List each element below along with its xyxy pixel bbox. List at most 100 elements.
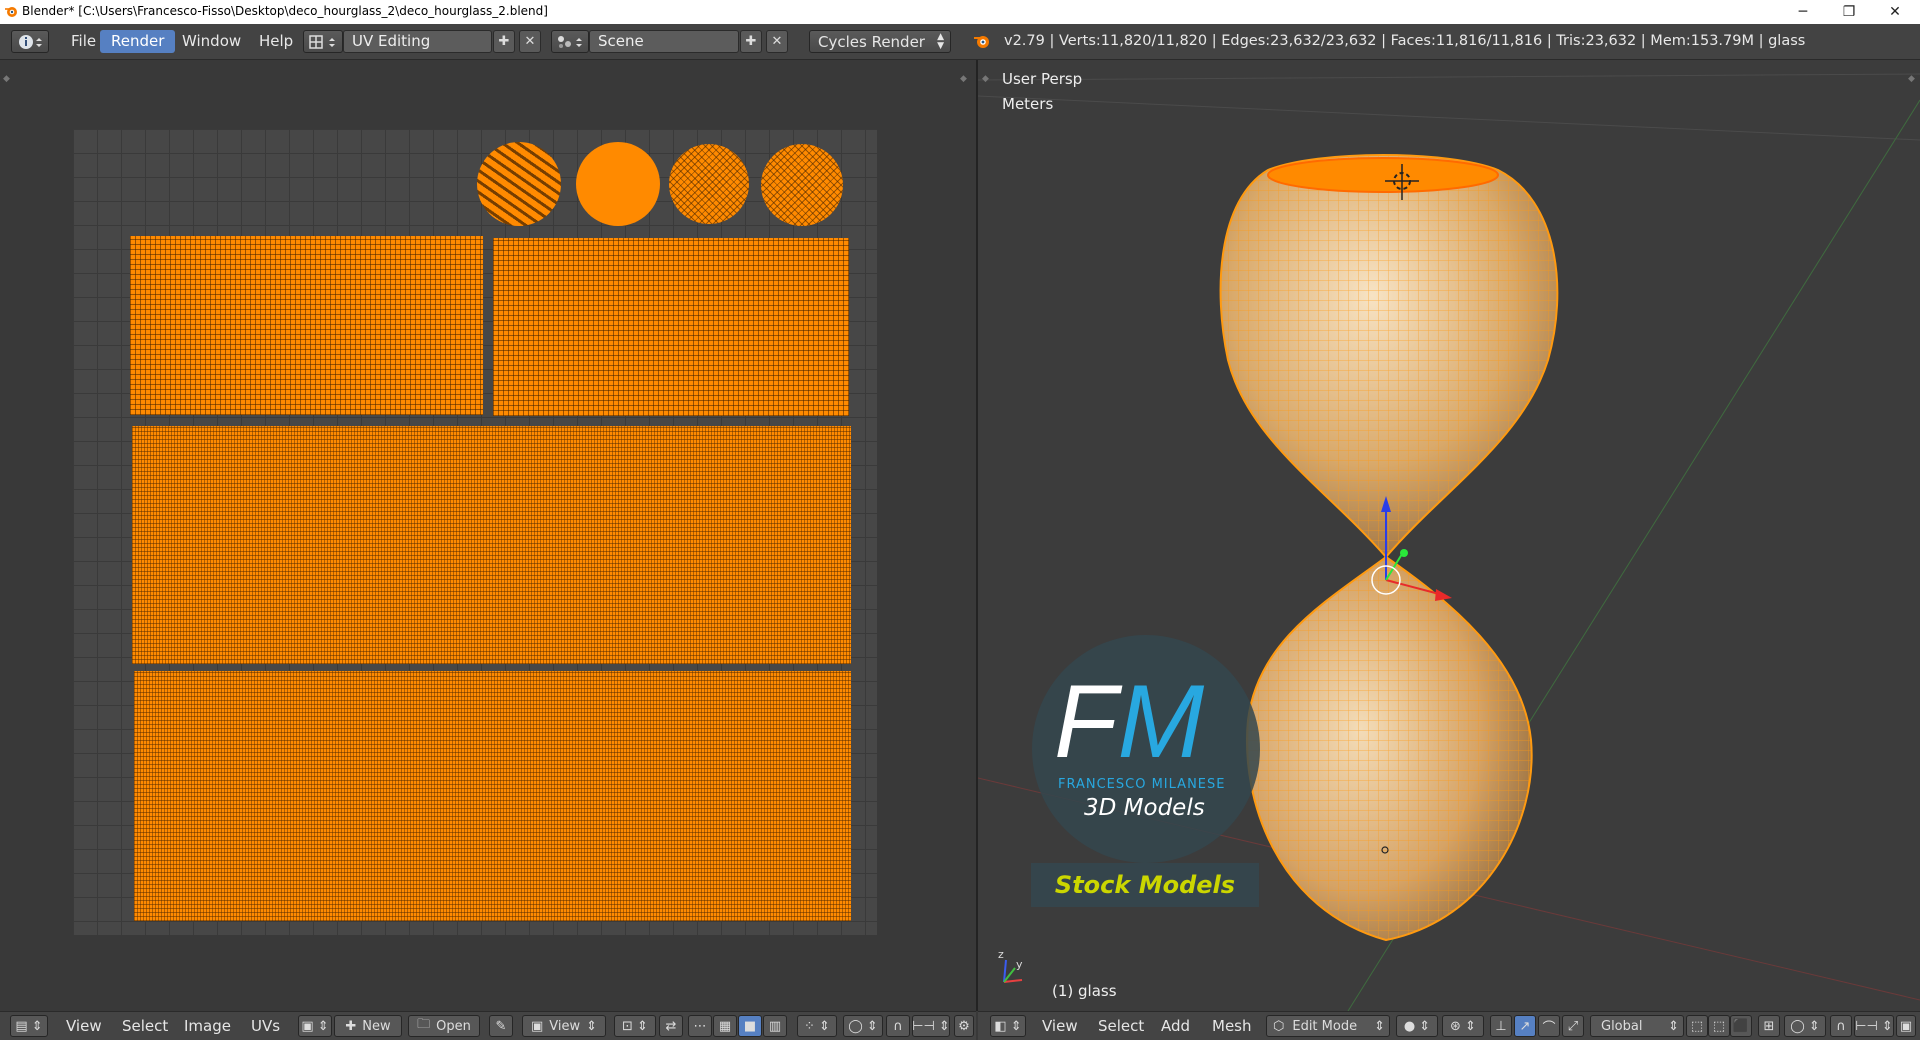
island-select-icon: ▥ [768,1018,782,1034]
chevron-updown-icon: ⇕ [586,1018,598,1034]
uv-menu-uvs[interactable]: UVs [251,1017,280,1035]
pivot-icon: ⊡ ⇕ [622,1018,648,1034]
screen-layout-field[interactable]: UV Editing [343,30,492,53]
editor-type-dropdown[interactable]: ◧ ⇕ [990,1015,1026,1037]
grid-line [978,95,1920,141]
uv-mode-dropdown[interactable]: ▣ View ⇕ [522,1015,606,1037]
uv-canvas[interactable] [73,129,877,935]
snap-toggle-button[interactable]: ∩ [886,1015,910,1037]
transform-orientation-dropdown[interactable]: Global ⇕ [1590,1015,1684,1037]
blender-logo-icon [5,7,17,17]
more-options-button[interactable]: ⚙ [954,1015,974,1037]
render-engine-label: Cycles Render [818,32,925,51]
region-toggle-right-icon[interactable]: ◆ [1908,74,1915,84]
pivot-point-dropdown[interactable]: ⊛ ⇕ [1442,1015,1484,1037]
open-image-button[interactable]: 🗀 Open [408,1015,480,1037]
select-face-button[interactable]: ■ [738,1015,762,1037]
select-edge-button[interactable]: ▦ [713,1015,737,1037]
region-toggle-left-icon[interactable]: ◆ [3,74,10,84]
scene-field[interactable]: Scene [589,30,739,53]
uv-island-rect[interactable] [493,238,849,416]
uv-island-circle[interactable] [669,144,749,224]
add-scene-button[interactable]: ✚ [740,30,762,53]
menu-help[interactable]: Help [248,30,304,53]
view3d-menu-view[interactable]: View [1042,1017,1078,1035]
watermark-brand: FRANCESCO MILANESE [1058,777,1226,792]
close-icon: ✕ [524,34,536,49]
cube-icon: ◧ ⇕ [994,1018,1022,1034]
maximize-button[interactable]: ❐ [1826,0,1872,24]
uv-island-circle[interactable] [477,142,561,226]
snap-element-dropdown[interactable]: ⊢⊣ ⇕ [912,1015,950,1037]
snap-element-dropdown[interactable]: ⊢⊣ ⇕ [1854,1015,1894,1037]
watermark-banner: Stock Models [1031,863,1259,907]
editor-type-info-dropdown[interactable] [11,30,49,53]
open-image-label: Open [436,1018,471,1034]
uv-island-circle[interactable] [761,144,843,226]
screen-layout-dropdown[interactable] [303,30,343,53]
vertex-icon: ⬚ [1690,1018,1704,1034]
pivot-icon: ⊛ ⇕ [1450,1018,1476,1034]
image-editor-icon: ▤ ⇕ [15,1018,43,1034]
proportional-edit-dropdown[interactable]: ◯ ⇕ [1784,1015,1826,1037]
add-screen-button[interactable]: ✚ [493,30,515,53]
translate-manipulator-button[interactable]: ↗ [1514,1015,1536,1037]
new-image-button[interactable]: ✚ New [334,1015,402,1037]
proportional-edit-dropdown[interactable]: ◯ ⇕ [843,1015,883,1037]
scale-manipulator-button[interactable]: ⤢ [1562,1015,1584,1037]
snap-increment-icon: ⊢⊣ ⇕ [912,1018,950,1034]
active-object-label: (1) glass [1052,982,1117,1000]
scene-dropdown[interactable] [551,30,589,53]
mode-dropdown[interactable]: ⬡ Edit Mode ⇕ [1266,1015,1390,1037]
image-browse-dropdown[interactable]: ▣ ⇕ [298,1015,332,1037]
sync-selection-button[interactable]: ⇄ [659,1015,683,1037]
select-island-button[interactable]: ▥ [763,1015,787,1037]
chevron-updown-icon: ⇕ [1668,1018,1679,1034]
close-icon: ✕ [771,34,783,49]
hourglass-top-bulb [1219,154,1559,559]
remove-screen-button[interactable]: ✕ [519,30,541,53]
mode-label: Edit Mode [1292,1018,1358,1034]
pivot-dropdown[interactable]: ⊡ ⇕ [614,1015,656,1037]
gear-icon: ⚙ [958,1018,970,1034]
close-window-button[interactable]: ✕ [1872,0,1918,24]
pin-button[interactable]: ✎ [489,1015,513,1037]
uv-island-rect[interactable] [132,426,851,664]
vertex-select-icon: ⋯ [693,1018,707,1034]
region-toggle-right-icon[interactable]: ◆ [960,74,967,84]
uv-island-rect[interactable] [130,236,483,415]
remove-scene-button[interactable]: ✕ [766,30,788,53]
uv-menu-image[interactable]: Image [184,1017,231,1035]
menu-render[interactable]: Render [100,30,176,53]
layer-button[interactable]: ⬚ [1686,1015,1708,1037]
snap-toggle-button[interactable]: ∩ [1830,1015,1852,1037]
magnet-icon: ∩ [893,1018,903,1034]
select-vertex-button[interactable]: ⋯ [688,1015,712,1037]
scene-statistics: v2.79 | Verts:11,820/11,820 | Edges:23,6… [1004,33,1806,49]
shading-dropdown[interactable]: ● ⇕ [1396,1015,1438,1037]
minimize-button[interactable]: ─ [1780,0,1826,24]
arrow-icon: ↗ [1519,1018,1531,1034]
uv-menu-select[interactable]: Select [122,1017,168,1035]
view3d-menu-select[interactable]: Select [1098,1017,1144,1035]
render-button[interactable]: ▣ [1896,1015,1916,1037]
occlude-geometry-button[interactable]: ⊞ [1758,1015,1780,1037]
rotate-manipulator-button[interactable]: ⌒ [1538,1015,1560,1037]
menu-window[interactable]: Window [171,30,252,53]
view3d-menu-add[interactable]: Add [1161,1017,1190,1035]
plus-icon: ✚ [745,34,757,49]
uv-island-circle[interactable] [576,142,660,226]
sticky-select-dropdown[interactable]: ⁘ ⇕ [797,1015,837,1037]
face-mode-button[interactable]: ⬛ [1730,1015,1752,1037]
uv-island-rect[interactable] [134,671,851,921]
uv-menu-view[interactable]: View [66,1017,102,1035]
view3d-menu-mesh[interactable]: Mesh [1212,1017,1252,1035]
3d-viewport[interactable]: z y ◆ ◆ User Persp Meters (1) glass FM F… [978,60,1920,1011]
render-engine-dropdown[interactable]: Cycles Render ▲ ▼ [809,30,951,53]
region-toggle-left-icon[interactable]: ◆ [982,74,989,84]
editor-type-dropdown[interactable]: ▤ ⇕ [10,1015,48,1037]
plus-icon: ✚ [345,1018,357,1034]
uv-image-editor[interactable]: ◆ ◆ [0,60,976,1011]
manipulator-toggle[interactable]: ⊥ [1490,1015,1512,1037]
edge-mode-button[interactable]: ⬚ [1708,1015,1730,1037]
